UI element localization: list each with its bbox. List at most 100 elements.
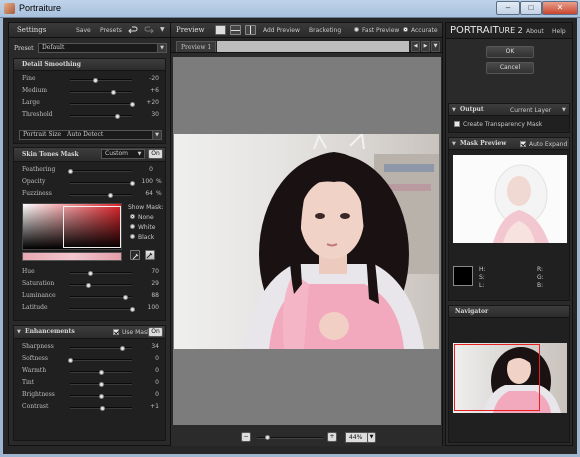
slider-thumb-threshold[interactable] [114,114,120,119]
collapse-triangle-icon[interactable]: ▼ [17,329,21,335]
accurate-radio[interactable] [403,27,408,32]
zoom-out-button[interactable]: − [241,432,251,442]
enhancements-title: Enhancements [25,328,75,335]
portrait-photo-image [244,134,439,349]
slider-track-threshold[interactable] [70,114,132,119]
output-chevron-down-icon[interactable]: ▼ [562,107,566,113]
redo-icon[interactable] [144,26,154,35]
slider-track-luminance[interactable] [70,295,132,300]
create-transparency-mask-checkbox[interactable] [454,121,460,127]
slider-label-tint: Tint [22,379,35,386]
slider-thumb-feathering[interactable] [68,169,73,174]
slider-thumb-fuzziness[interactable] [107,193,113,198]
slider-thumb-large[interactable] [130,102,135,107]
help-link[interactable]: Help [552,28,566,35]
slider-track-saturation[interactable] [70,283,132,288]
portrait-size-label: Portrait Size [23,131,62,138]
tab-list-icon[interactable]: ▼ [431,41,440,52]
bracketing-button[interactable]: Bracketing [309,27,341,34]
undo-icon[interactable] [128,26,138,35]
zoom-chevron-down-icon[interactable]: ▼ [367,432,376,443]
show-mask-black-radio[interactable] [130,234,135,239]
eyedropper-icon[interactable] [130,250,140,260]
right-panel: PORTRAITURE 2 About Help OK Cancel ▼ Out… [445,22,573,446]
save-button[interactable]: Save [76,27,91,34]
split-vertical-icon[interactable] [245,25,256,35]
panel-menu-icon[interactable]: ▼ [160,26,165,33]
slider-track-brightness[interactable] [70,394,132,399]
minimize-button[interactable]: – [496,1,520,15]
preset-value: Default [42,44,65,51]
add-preview-button[interactable]: Add Preview [263,27,300,34]
slider-thumb-luminance[interactable] [122,295,128,300]
preview-canvas[interactable] [173,57,441,425]
app-icon [4,3,15,14]
about-link[interactable]: About [526,28,544,35]
show-mask-none-radio[interactable] [130,214,135,219]
output-dropdown[interactable]: Current Layer [510,107,551,114]
navigator-viewport-rect[interactable] [454,344,540,411]
slider-track-tint[interactable] [70,382,132,387]
slider-track-sharpness[interactable] [70,346,132,351]
slider-thumb-hue[interactable] [88,271,94,276]
portrait-size-dropdown[interactable]: Portrait Size Auto Detect ▼ [19,130,162,140]
preset-dropdown[interactable]: Default ▼ [38,43,167,53]
slider-thumb-brightness[interactable] [99,394,104,399]
maximize-button[interactable]: □ [520,1,542,15]
slider-value-brightness: 0 [155,391,159,398]
slider-value-opacity: 100 [141,178,153,185]
navigator-thumbnail[interactable] [453,343,567,413]
tab-preview-1[interactable]: Preview 1 [176,41,216,52]
enhancements-toggle[interactable]: On [148,327,163,337]
slider-track-medium[interactable] [70,90,132,95]
use-mask-checkbox[interactable] [113,329,119,335]
tab-scroll-left-icon[interactable]: ◀ [411,41,420,52]
slider-track-large[interactable] [70,102,135,107]
slider-thumb-softness[interactable] [68,358,73,363]
slider-thumb-saturation[interactable] [85,283,91,288]
cancel-button[interactable]: Cancel [486,62,534,74]
slider-track-feathering[interactable] [68,169,132,174]
show-mask-white-radio[interactable] [130,224,135,229]
slider-track-opacity[interactable] [70,181,135,186]
slider-row-sharpness: Sharpness 34 [14,341,165,352]
zoom-in-button[interactable]: + [327,432,337,442]
tab-scroll-right-icon[interactable]: ▶ [421,41,430,52]
collapse-triangle-icon[interactable]: ▼ [452,141,456,147]
slider-track-latitude[interactable] [70,307,135,312]
ok-button[interactable]: OK [486,46,534,58]
slider-track-fuzziness[interactable] [70,193,132,198]
zoom-slider-track[interactable] [257,435,323,440]
slider-thumb-contrast[interactable] [100,406,106,411]
slider-value-sharpness: 34 [151,343,159,350]
collapse-triangle-icon[interactable]: ▼ [452,107,456,113]
split-horizontal-icon[interactable] [230,25,241,35]
close-window-button[interactable]: ✕ [542,1,578,15]
auto-expand-checkbox[interactable] [520,141,526,147]
slider-thumb-sharpness[interactable] [120,346,126,351]
skin-mode-dropdown[interactable]: Custom ▼ [101,149,145,159]
slider-row-brightness: Brightness 0 [14,389,165,400]
readout-h: H: [479,266,486,273]
skin-color-picker[interactable] [22,203,122,250]
presets-button[interactable]: Presets [100,27,122,34]
zoom-slider-thumb[interactable] [265,435,270,440]
slider-track-warmth[interactable] [70,370,132,375]
slider-thumb-latitude[interactable] [130,307,135,312]
slider-track-hue[interactable] [70,271,132,276]
skin-color-selection[interactable] [63,206,121,248]
slider-thumb-warmth[interactable] [99,370,104,375]
single-view-icon[interactable] [215,25,226,35]
slider-thumb-medium[interactable] [110,90,116,95]
slider-thumb-tint[interactable] [99,382,104,387]
preview-photo[interactable] [174,134,439,349]
window-body: Settings Save Presets ▼ Preset Default ▼… [0,18,580,457]
slider-track-softness[interactable] [68,358,132,363]
slider-thumb-fine[interactable] [92,78,98,83]
eyedropper-add-icon[interactable] [145,250,155,260]
skin-mask-toggle[interactable]: On [148,149,163,159]
slider-track-contrast[interactable] [70,406,132,411]
mask-preview-section: ▼ Mask Preview Auto Expand H: S: L: R: G… [448,137,570,301]
slider-track-fine[interactable] [70,78,132,83]
fast-preview-radio[interactable] [354,27,359,32]
